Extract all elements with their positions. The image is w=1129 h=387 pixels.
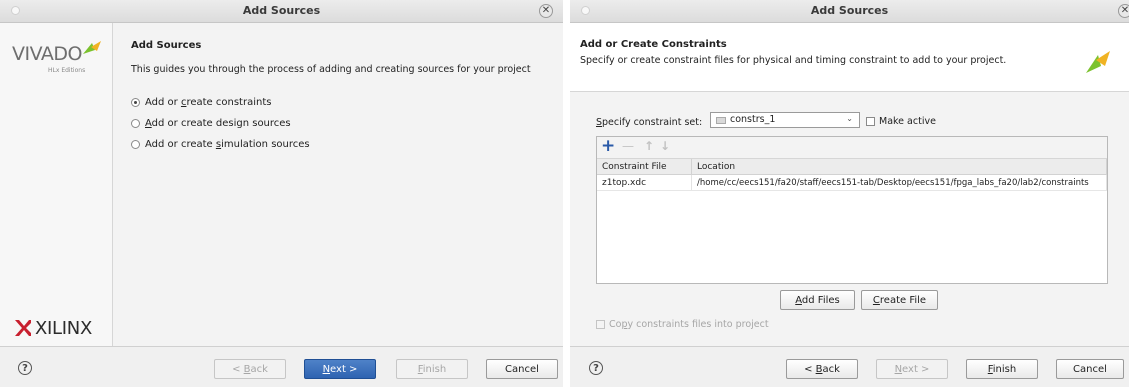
copy-constraints-checkbox[interactable]: Copy constraints files into project: [596, 317, 769, 331]
chevron-down-icon: ⌄: [846, 114, 853, 123]
radio-button[interactable]: [131, 139, 140, 149]
xilinx-x-icon: [15, 320, 31, 336]
xilinx-logo-text: XILINX: [35, 317, 92, 339]
next-button[interactable]: Next >: [876, 359, 948, 379]
sidebar: VIVADO HLx Editions XILINX: [0, 23, 113, 347]
cancel-button[interactable]: Cancel: [486, 359, 558, 379]
make-active-label: Make active: [879, 115, 936, 127]
add-sources-dialog: Add Sources ✕ VIVADO HLx Editions XILINX…: [0, 0, 563, 387]
title-bar: Add Sources ✕: [0, 0, 563, 23]
column-header-constraint-file[interactable]: Constraint File: [597, 159, 692, 175]
constraint-files-table: Constraint File Location z1top.xdc /home…: [597, 159, 1107, 191]
make-active-checkbox[interactable]: Make active: [866, 114, 936, 128]
table-header-row: Constraint File Location: [597, 159, 1107, 175]
column-header-location[interactable]: Location: [691, 159, 1107, 175]
vivado-logo: VIVADO HLx Editions: [12, 41, 102, 79]
main-content: Add Sources This guides you through the …: [113, 23, 563, 347]
xilinx-logo: XILINX: [14, 317, 92, 339]
folder-icon: [716, 117, 726, 124]
button-bar: ? < Back Next > Finish Cancel: [0, 346, 563, 387]
table-row[interactable]: z1top.xdc /home/cc/eecs151/fa20/staff/ee…: [597, 174, 1107, 191]
checkbox-box[interactable]: [596, 319, 605, 329]
location-cell[interactable]: /home/cc/eecs151/fa20/staff/eecs151-tab/…: [691, 174, 1107, 191]
next-button[interactable]: Next >: [304, 359, 376, 379]
constraint-set-row: Specify constraint set:: [596, 114, 702, 130]
vivado-leaf-icon: [1086, 51, 1110, 73]
add-icon[interactable]: +: [601, 137, 615, 156]
constraint-file-cell[interactable]: z1top.xdc: [597, 174, 692, 191]
close-icon[interactable]: ✕: [1118, 4, 1129, 18]
constraint-set-value: constrs_1: [730, 114, 776, 125]
constraint-set-select[interactable]: constrs_1 ⌄: [710, 112, 860, 128]
move-down-icon[interactable]: ↓: [660, 139, 670, 153]
button-bar: ? < Back Next > Finish Cancel: [570, 346, 1129, 387]
page-heading: Add Sources: [131, 40, 202, 51]
help-icon[interactable]: ?: [18, 361, 32, 375]
copy-constraints-label: Copy constraints files into project: [609, 318, 769, 330]
cancel-button[interactable]: Cancel: [1056, 359, 1124, 379]
vivado-logo-sub: HLx Editions: [48, 67, 86, 74]
radio-label: Add or create constraints: [145, 96, 272, 108]
dialog-title: Add Sources: [810, 4, 889, 17]
dialog-title: Add Sources: [242, 4, 321, 17]
page-description: This guides you through the process of a…: [131, 64, 531, 75]
back-button[interactable]: < Back: [214, 359, 286, 379]
table-toolbar: + — ↑ ↓: [597, 137, 1107, 159]
finish-button[interactable]: Finish: [396, 359, 468, 379]
add-files-button[interactable]: Add Files: [780, 290, 855, 310]
constraint-table-wrap: Constraint File Location z1top.xdc /home…: [597, 159, 1107, 191]
page-header: Add or Create Constraints Specify or cre…: [570, 23, 1129, 92]
move-up-icon[interactable]: ↑: [644, 139, 654, 153]
constraint-set-label: Specify constraint set:: [596, 116, 703, 128]
radio-label: Add or create design sources: [145, 117, 291, 129]
vivado-logo-text: VIVADO: [12, 43, 82, 65]
radio-button[interactable]: [131, 118, 140, 128]
add-constraints-dialog: Add Sources ✕ Add or Create Constraints …: [570, 0, 1129, 387]
create-file-button[interactable]: Create File: [861, 290, 938, 310]
remove-icon[interactable]: —: [622, 139, 634, 153]
radio-label: Add or create simulation sources: [145, 138, 310, 150]
radio-add-simulation-sources[interactable]: Add or create simulation sources: [131, 137, 310, 151]
finish-button[interactable]: Finish: [966, 359, 1038, 379]
back-button[interactable]: < Back: [786, 359, 858, 379]
checkbox-box[interactable]: [866, 116, 875, 126]
title-bar: Add Sources ✕: [570, 0, 1129, 23]
page-description: Specify or create constraint files for p…: [580, 55, 1007, 66]
help-icon[interactable]: ?: [589, 361, 603, 375]
radio-button[interactable]: [131, 97, 140, 107]
constraint-files-panel: + — ↑ ↓ Constraint File Location z1top.x…: [596, 136, 1108, 284]
radio-add-design-sources[interactable]: Add or create design sources: [131, 116, 291, 130]
page-heading: Add or Create Constraints: [580, 39, 727, 50]
close-icon[interactable]: ✕: [539, 4, 553, 18]
radio-add-constraints[interactable]: Add or create constraints: [131, 95, 271, 109]
vivado-leaf-icon: [83, 41, 101, 54]
